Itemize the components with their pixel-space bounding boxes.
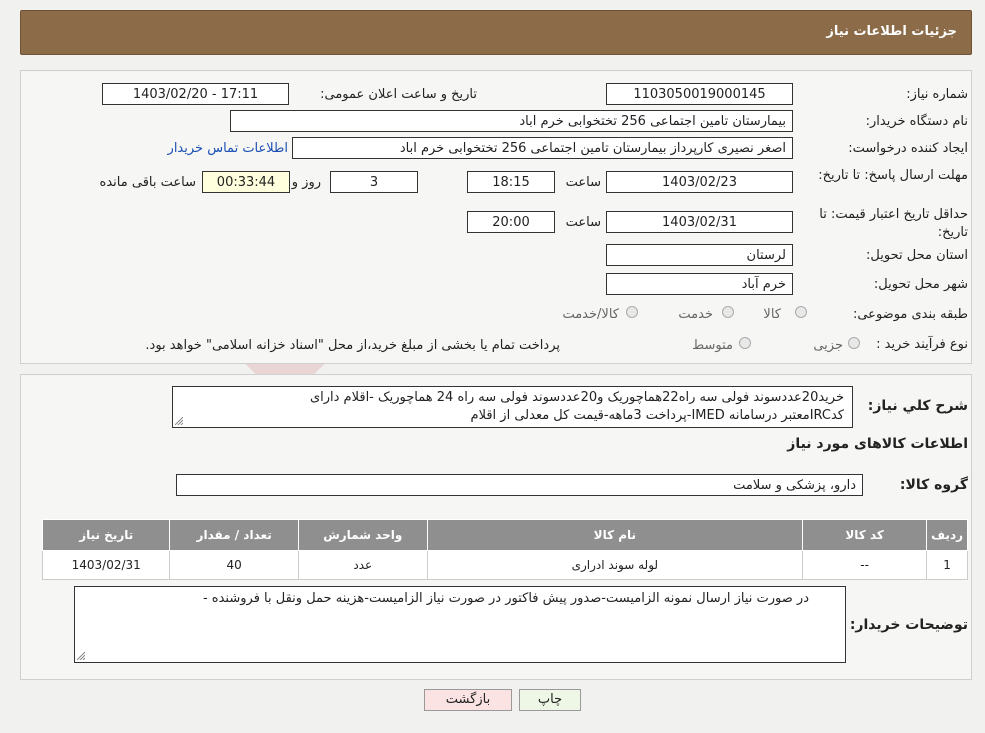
goods-table: ردیف کد کالا نام کالا واحد شمارش تعداد /… bbox=[41, 519, 968, 580]
cell-goods-code: -- bbox=[802, 550, 928, 580]
category-goods-service-radio[interactable] bbox=[626, 306, 638, 318]
creator-field: اصغر نصیری کارپرداز بیمارستان تامین اجتم… bbox=[292, 137, 793, 159]
col-goods-code: کد کالا bbox=[802, 519, 928, 551]
col-goods-name: نام کالا bbox=[426, 519, 804, 551]
days-remaining: 3 bbox=[330, 171, 418, 193]
announce-field: 1403/02/20 - 17:11 bbox=[102, 83, 289, 105]
province-field: لرستان bbox=[606, 244, 793, 266]
summary-line-1: خرید20عددسوند فولی سه راه22هماچوریک و20ع… bbox=[309, 390, 844, 405]
buyer-notes-label: توضیحات خریدار: bbox=[849, 617, 968, 633]
process-medium-radio[interactable] bbox=[739, 337, 751, 349]
buyer-notes-text: در صورت نیاز ارسال نمونه الزامیست-صدور پ… bbox=[202, 591, 809, 606]
buyer-org-label: نام دستگاه خریدار: bbox=[865, 114, 968, 129]
category-goods-service-label: کالا/خدمت bbox=[562, 307, 619, 322]
send-deadline-time: 18:15 bbox=[467, 171, 555, 193]
process-medium-label: متوسط bbox=[692, 338, 733, 353]
price-validity-time-label: ساعت bbox=[565, 215, 601, 230]
cell-need-date: 1403/02/31 bbox=[41, 550, 171, 580]
summary-textarea[interactable]: خرید20عددسوند فولی سه راه22هماچوریک و20ع… bbox=[172, 386, 853, 428]
process-minor-radio[interactable] bbox=[848, 337, 860, 349]
back-button[interactable]: بازگشت bbox=[424, 689, 512, 711]
send-deadline-label: مهلت ارسال پاسخ: تا تاریخ: bbox=[818, 168, 968, 183]
col-quantity: تعداد / مقدار bbox=[169, 519, 299, 551]
need-number-field: 1103050019000145 bbox=[606, 83, 793, 105]
days-label: روز و bbox=[291, 175, 321, 190]
process-label: نوع فرآیند خرید : bbox=[876, 337, 968, 352]
table-header-row: ردیف کد کالا نام کالا واحد شمارش تعداد /… bbox=[41, 519, 968, 551]
page-header: جزئیات اطلاعات نیاز bbox=[20, 10, 972, 55]
col-row-number: ردیف bbox=[926, 519, 968, 551]
page-title: جزئیات اطلاعات نیاز bbox=[826, 24, 957, 39]
price-validity-time: 20:00 bbox=[467, 211, 555, 233]
creator-label: ایجاد کننده درخواست: bbox=[848, 141, 968, 156]
send-deadline-date: 1403/02/23 bbox=[606, 171, 793, 193]
goods-group-field: دارو، پزشکی و سلامت bbox=[176, 474, 863, 496]
category-service-label: خدمت bbox=[678, 307, 713, 322]
col-unit: واحد شمارش bbox=[297, 519, 428, 551]
table-row: 1 -- لوله سوند ادراری عدد 40 1403/02/31 bbox=[41, 550, 968, 580]
treasury-note: پرداخت تمام یا بخشی از مبلغ خرید،از محل … bbox=[145, 338, 560, 353]
goods-info-title: اطلاعات کالاهای مورد نیاز bbox=[787, 436, 968, 452]
process-minor-label: جزیی bbox=[813, 338, 843, 353]
goods-group-label: گروه کالا: bbox=[899, 477, 968, 493]
category-goods-label: کالا bbox=[763, 307, 781, 322]
resize-grip-icon[interactable] bbox=[175, 417, 183, 425]
cell-row-number: 1 bbox=[926, 550, 968, 580]
category-label: طبقه بندی موضوعی: bbox=[852, 307, 968, 322]
city-field: خرم آباد bbox=[606, 273, 793, 295]
summary-label: شرح کلي نياز: bbox=[867, 398, 968, 414]
col-need-date: تاریخ نیاز bbox=[41, 519, 171, 551]
cell-goods-name: لوله سوند ادراری bbox=[426, 550, 804, 580]
need-number-label: شماره نیاز: bbox=[906, 87, 968, 102]
price-validity-label: حداقل تاریخ اعتبار قیمت: تا تاریخ: bbox=[819, 207, 968, 240]
category-service-radio[interactable] bbox=[722, 306, 734, 318]
print-button[interactable]: چاپ bbox=[519, 689, 581, 711]
cell-quantity: 40 bbox=[169, 550, 299, 580]
send-deadline-time-label: ساعت bbox=[565, 175, 601, 190]
city-label: شهر محل تحویل: bbox=[873, 277, 968, 292]
buyer-notes-textarea[interactable]: در صورت نیاز ارسال نمونه الزامیست-صدور پ… bbox=[74, 586, 846, 663]
cell-unit: عدد bbox=[297, 550, 428, 580]
resize-grip-icon[interactable] bbox=[77, 652, 85, 660]
category-goods-radio[interactable] bbox=[795, 306, 807, 318]
buyer-contact-link[interactable]: اطلاعات تماس خریدار bbox=[168, 141, 288, 156]
price-validity-date: 1403/02/31 bbox=[606, 211, 793, 233]
buyer-org-field: بیمارستان تامین اجتماعی 256 تختخوابی خرم… bbox=[230, 110, 793, 132]
announce-label: تاریخ و ساعت اعلان عمومی: bbox=[320, 87, 477, 102]
province-label: استان محل تحویل: bbox=[866, 248, 968, 263]
time-remaining: 00:33:44 bbox=[202, 171, 290, 193]
summary-line-2: کدIRCمعتبر درسامانه IMED-پرداخت 3ماهه-قی… bbox=[470, 408, 844, 423]
time-remaining-label: ساعت باقی مانده bbox=[99, 175, 196, 190]
